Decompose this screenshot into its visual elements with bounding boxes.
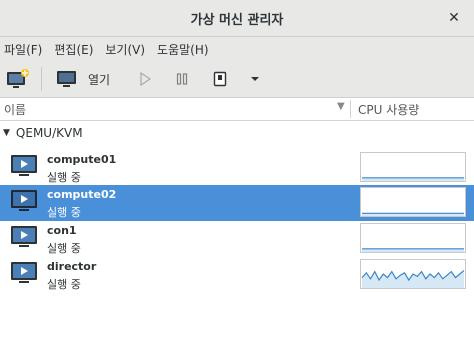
toolbar-separator — [41, 67, 42, 91]
vm-row-director[interactable]: director 실행 중 — [0, 257, 474, 293]
cpu-graph — [360, 152, 466, 182]
vm-monitor-icon — [11, 155, 37, 176]
cpu-graph — [360, 259, 466, 289]
open-button[interactable]: 열기 — [56, 67, 110, 91]
vm-monitor-icon — [11, 262, 37, 283]
run-button[interactable] — [139, 67, 151, 91]
column-cpu[interactable]: CPU 사용량 — [358, 101, 419, 118]
shutdown-button[interactable] — [213, 67, 227, 91]
pause-button[interactable] — [176, 67, 188, 91]
play-icon — [140, 72, 151, 86]
shutdown-dropdown[interactable] — [250, 67, 260, 91]
vm-name: compute01 — [47, 153, 117, 166]
menu-edit[interactable]: 편집(E) — [50, 41, 101, 58]
cpu-graph — [360, 187, 466, 217]
vm-row-con1[interactable]: con1 실행 중 — [0, 221, 474, 257]
menu-help[interactable]: 도움말(H) — [153, 41, 217, 58]
pause-icon — [176, 73, 188, 85]
column-divider[interactable] — [350, 100, 351, 118]
close-icon[interactable]: ✕ — [446, 10, 462, 26]
menu-file[interactable]: 파일(F) — [0, 41, 50, 58]
vm-status: 실행 중 — [47, 278, 81, 291]
cpu-graph — [360, 223, 466, 253]
sort-down-icon: ▼ — [337, 101, 345, 112]
new-vm-button[interactable] — [6, 67, 30, 91]
connection-label: QEMU/KVM — [15, 126, 83, 140]
connection-row[interactable]: ▼ QEMU/KVM — [0, 124, 83, 142]
expander-icon[interactable]: ▼ — [3, 128, 10, 138]
title-bar: 가상 머신 관리자 ✕ — [0, 0, 474, 37]
monitor-icon — [57, 71, 76, 87]
open-label: 열기 — [88, 72, 111, 87]
vm-row-compute02[interactable]: compute02 실행 중 — [0, 185, 474, 221]
toolbar: 열기 — [0, 61, 474, 98]
column-name[interactable]: 이름 — [4, 101, 26, 118]
vm-name: compute02 — [47, 188, 117, 201]
window-title: 가상 머신 관리자 — [190, 12, 284, 28]
menu-bar: 파일(F) 편집(E) 보기(V) 도움말(H) — [0, 37, 474, 61]
menu-view[interactable]: 보기(V) — [101, 41, 153, 58]
shutdown-icon — [213, 71, 227, 87]
vm-name: director — [47, 260, 97, 273]
vm-status: 실행 중 — [47, 242, 81, 255]
vm-row-compute01[interactable]: compute01 실행 중 — [0, 150, 474, 186]
column-header: 이름 ▼ CPU 사용량 — [0, 98, 474, 121]
vm-name: con1 — [47, 224, 77, 237]
new-vm-icon — [7, 69, 29, 88]
vm-status: 실행 중 — [47, 171, 81, 184]
chevron-down-icon — [251, 77, 259, 81]
vm-status: 실행 중 — [47, 206, 81, 219]
vm-monitor-icon — [11, 226, 37, 247]
vm-monitor-icon — [11, 190, 37, 211]
